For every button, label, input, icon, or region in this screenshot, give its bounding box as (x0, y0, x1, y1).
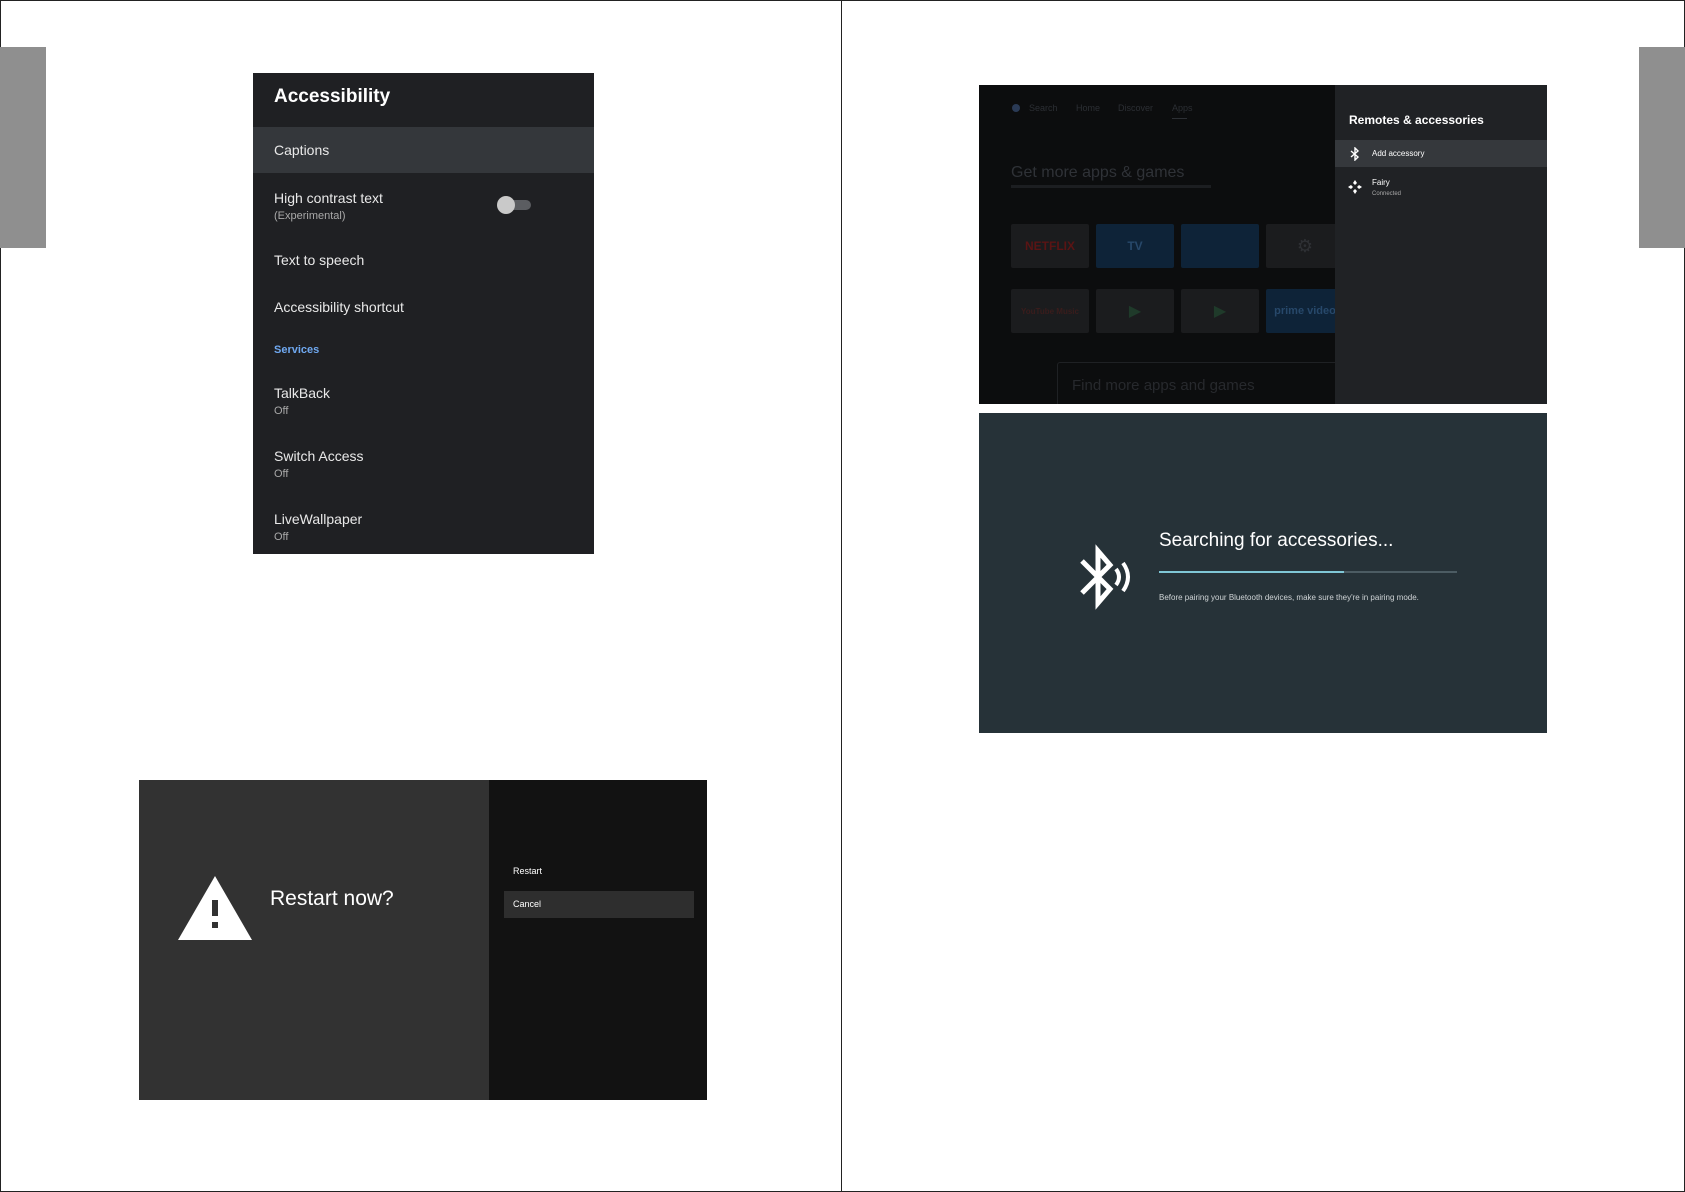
restart-title: Restart now? (270, 887, 394, 910)
livewallpaper-label: LiveWallpaper (274, 511, 363, 527)
accessibility-title: Accessibility (274, 86, 391, 107)
high-contrast-label: High contrast text (274, 190, 383, 206)
captions-label: Captions (274, 142, 330, 158)
talkback-status: Off (274, 405, 289, 417)
restart-option[interactable]: Restart (504, 858, 694, 885)
high-contrast-sub: (Experimental) (274, 210, 346, 222)
youtube-music-tile[interactable]: YouTube Music (1011, 289, 1089, 333)
play-icon: ▶ (1128, 303, 1142, 320)
switch-access-status: Off (274, 468, 289, 480)
search-progress-fill (1159, 571, 1344, 573)
home-subtext-line (1011, 185, 1211, 188)
nav-apps-underline (1172, 118, 1187, 119)
page-fold-divider (841, 0, 842, 1192)
restart-options-panel: Restart Cancel (489, 780, 707, 1100)
tv-tile-label: TV (1127, 239, 1143, 253)
gear-icon: ⚙ (1296, 235, 1314, 256)
livewallpaper-status: Off (274, 531, 289, 543)
prime-video-label: prime video (1274, 305, 1336, 317)
play-games-icon: ▶ (1213, 303, 1227, 320)
play-games-tile[interactable]: ▶ (1181, 289, 1259, 333)
remotes-accessories-title: Remotes & accessories (1349, 113, 1484, 127)
find-more-apps-text: Find more apps and games (1072, 377, 1255, 394)
nav-apps[interactable]: Apps (1172, 103, 1193, 113)
assistant-icon (1012, 104, 1020, 112)
bluetooth-icon (1350, 147, 1360, 161)
captions-item[interactable]: Captions (253, 127, 594, 173)
accessibility-screen: Accessibility Captions High contrast tex… (253, 73, 594, 554)
prime-video-tile[interactable]: prime video (1266, 289, 1344, 333)
services-section-header: Services (274, 344, 320, 356)
home-heading: Get more apps & games (1011, 164, 1185, 181)
accessibility-shortcut-item[interactable]: Accessibility shortcut (274, 299, 404, 315)
add-accessory-item[interactable]: Add accessory (1335, 140, 1547, 167)
play-store-tile[interactable]: ▶ (1096, 289, 1174, 333)
bluetooth-searching-icon (1080, 544, 1130, 610)
text-to-speech-item[interactable]: Text to speech (274, 252, 364, 268)
switch-access-label: Switch Access (274, 448, 364, 464)
gamepad-icon (1348, 180, 1362, 194)
netflix-tile-label: NETFLIX (1025, 239, 1075, 253)
home-screen-dimmed: Search Home Discover Apps Get more apps … (979, 85, 1547, 404)
nav-home[interactable]: Home (1076, 103, 1100, 113)
nav-discover[interactable]: Discover (1118, 103, 1153, 113)
right-page-tab (1639, 47, 1685, 248)
left-page-tab (0, 47, 46, 248)
pairing-note: Before pairing your Bluetooth devices, m… (1159, 593, 1419, 602)
talkback-label: TalkBack (274, 385, 331, 401)
high-contrast-toggle[interactable] (497, 196, 531, 214)
settings-tile[interactable]: ⚙ (1266, 224, 1344, 268)
fairy-device-name: Fairy (1372, 178, 1390, 187)
fairy-device-status: Connected (1372, 191, 1402, 197)
youtube-music-label: YouTube Music (1021, 306, 1079, 316)
warning-icon (178, 876, 252, 940)
remotes-accessories-panel: Remotes & accessories Add accessory Fair… (1335, 85, 1547, 404)
tv-tile[interactable]: TV (1096, 224, 1174, 268)
add-accessory-label: Add accessory (1372, 149, 1425, 158)
restart-dialog: Restart now? Restart Cancel (139, 780, 707, 1100)
search-progress-bar (1159, 571, 1457, 573)
toggle-knob (497, 196, 515, 214)
nav-search[interactable]: Search (1029, 103, 1058, 113)
cancel-option[interactable]: Cancel (504, 891, 694, 918)
app-tile-3[interactable] (1181, 224, 1259, 268)
netflix-tile[interactable]: NETFLIX (1011, 224, 1089, 268)
searching-title: Searching for accessories... (1159, 530, 1394, 551)
searching-accessories-screen: Searching for accessories... Before pair… (979, 413, 1547, 733)
